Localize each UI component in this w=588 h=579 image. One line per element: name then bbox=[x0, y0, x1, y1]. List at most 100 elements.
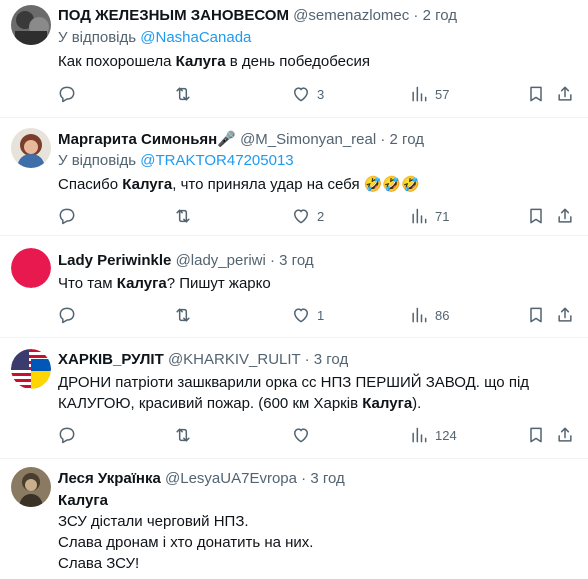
avatar[interactable] bbox=[11, 248, 51, 288]
author-handle[interactable]: @KHARKIV_RULIT bbox=[168, 351, 301, 368]
text-segment: Спасибо bbox=[58, 176, 123, 193]
action-bar: 124 bbox=[0, 423, 588, 447]
author-handle[interactable]: @lady_periwi bbox=[176, 252, 266, 269]
text-segment: ДРОНИ патріоти зашкварили орка сс НПЗ ПЕ… bbox=[58, 374, 530, 391]
text-segment: Слава дронам і хто донатить на них. bbox=[58, 534, 314, 551]
bookmark-icon bbox=[530, 307, 542, 323]
tweet[interactable]: Леся Українка @LesyaUA7Evropa · 3 год Ка… bbox=[0, 459, 588, 579]
separator: · bbox=[380, 131, 386, 148]
like-button[interactable]: 3 bbox=[291, 82, 324, 106]
reply-icon bbox=[59, 86, 75, 103]
reply-to-link[interactable]: @NashaCanada bbox=[140, 29, 251, 46]
retweet-icon bbox=[176, 308, 190, 322]
share-button[interactable] bbox=[555, 423, 575, 447]
share-button[interactable] bbox=[555, 204, 575, 228]
timestamp[interactable]: 3 год bbox=[314, 351, 348, 368]
reply-button[interactable] bbox=[57, 204, 77, 228]
like-button[interactable]: 2 bbox=[291, 204, 324, 228]
share-button[interactable] bbox=[555, 82, 575, 106]
author-handle[interactable]: @M_Simonyan_real bbox=[240, 131, 376, 148]
views-button[interactable]: 86 bbox=[409, 303, 449, 327]
tweet-header: Маргарита Симоньян🎤 @M_Simonyan_real · 2… bbox=[58, 130, 424, 150]
avatar[interactable] bbox=[11, 128, 51, 168]
tweet-header: ХАРКІВ_РУЛІТ @KHARKIV_RULIT · 3 год bbox=[58, 350, 348, 370]
share-icon bbox=[558, 307, 572, 322]
reply-to-link[interactable]: @TRAKTOR47205013 bbox=[140, 152, 293, 169]
tweet[interactable]: Lady Periwinkle @lady_periwi · 3 год Что… bbox=[0, 236, 588, 338]
views-button[interactable]: 57 bbox=[409, 82, 449, 106]
text-segment: в день победобесия bbox=[225, 53, 370, 70]
like-count: 3 bbox=[317, 86, 325, 102]
text-segment: ? Пишут жарко bbox=[166, 275, 271, 292]
timestamp[interactable]: 3 год bbox=[310, 470, 344, 487]
tweet-text: Что там Калуга? Пишут жарко bbox=[58, 273, 271, 294]
retweet-icon bbox=[176, 428, 190, 442]
tweet-text-line: ЗСУ дістали черговий НПЗ. bbox=[58, 511, 313, 532]
like-count: 2 bbox=[317, 208, 325, 224]
retweet-button[interactable] bbox=[173, 423, 193, 447]
tweet-text-line: КАЛУГОЮ, красивий пожар. (600 км Харків … bbox=[58, 393, 529, 414]
retweet-button[interactable] bbox=[173, 303, 193, 327]
tweet-text-line: Слава дронам і хто донатить на них. bbox=[58, 532, 313, 553]
separator: · bbox=[304, 351, 310, 368]
text-segment: Как похорошела bbox=[58, 53, 176, 70]
like-button[interactable]: 1 bbox=[291, 303, 324, 327]
bookmark-button[interactable] bbox=[526, 204, 546, 228]
tweet-text-line: Калуга bbox=[58, 490, 313, 511]
heart-icon bbox=[294, 209, 308, 224]
author-name[interactable]: Леся Українка bbox=[58, 470, 161, 487]
like-button[interactable] bbox=[291, 423, 317, 447]
avatar[interactable] bbox=[11, 5, 51, 45]
bold-keyword: Калуга bbox=[175, 53, 226, 70]
views-button[interactable]: 124 bbox=[409, 423, 457, 447]
share-button[interactable] bbox=[555, 303, 575, 327]
tweet[interactable]: ХАРКІВ_РУЛІТ @KHARKIV_RULIT · 3 год ДРОН… bbox=[0, 338, 588, 459]
author-name[interactable]: ХАРКІВ_РУЛІТ bbox=[58, 351, 164, 368]
bold-keyword: Калуга bbox=[122, 176, 173, 193]
tweet-text-line: ДРОНИ патріоти зашкварили орка сс НПЗ ПЕ… bbox=[58, 372, 529, 393]
reply-button[interactable] bbox=[57, 82, 77, 106]
views-count: 86 bbox=[435, 307, 450, 323]
bookmark-button[interactable] bbox=[526, 423, 546, 447]
action-bar: 1 86 bbox=[0, 303, 588, 327]
separator: · bbox=[301, 470, 307, 487]
reply-icon bbox=[59, 307, 75, 324]
timestamp[interactable]: 2 год bbox=[390, 131, 424, 148]
separator: · bbox=[270, 252, 275, 269]
tweet-header: Леся Українка @LesyaUA7Evropa · 3 год bbox=[58, 469, 345, 489]
action-bar: 2 71 bbox=[0, 204, 588, 228]
timestamp[interactable]: 3 год bbox=[279, 252, 313, 269]
views-count: 71 bbox=[435, 208, 450, 224]
author-handle[interactable]: @semenazlomec bbox=[293, 7, 409, 24]
author-name[interactable]: ПОД ЖЕЛЕЗНЫМ ЗАНОВЕСОМ bbox=[58, 7, 289, 24]
reply-button[interactable] bbox=[57, 303, 77, 327]
avatar[interactable] bbox=[11, 349, 51, 389]
share-icon bbox=[558, 86, 572, 101]
bold-keyword: Калуга bbox=[362, 395, 413, 412]
author-name[interactable]: Lady Periwinkle bbox=[58, 252, 171, 269]
avatar[interactable] bbox=[11, 467, 51, 507]
bookmark-button[interactable] bbox=[526, 303, 546, 327]
retweet-icon bbox=[176, 87, 190, 101]
reply-button[interactable] bbox=[57, 423, 77, 447]
share-icon bbox=[558, 427, 572, 442]
reply-prefix: У відповідь bbox=[58, 29, 137, 46]
retweet-button[interactable] bbox=[173, 204, 193, 228]
tweet-text: Спасибо Калуга, что приняла удар на себя… bbox=[58, 174, 420, 195]
bookmark-icon bbox=[530, 208, 542, 224]
tweet[interactable]: ПОД ЖЕЛЕЗНЫМ ЗАНОВЕСОМ @semenazlomec · 2… bbox=[0, 0, 588, 118]
author-handle[interactable]: @LesyaUA7Evropa bbox=[165, 470, 297, 487]
bold-keyword: Калуга bbox=[58, 492, 108, 509]
timestamp[interactable]: 2 год bbox=[423, 7, 457, 24]
views-icon bbox=[412, 307, 427, 323]
separator: · bbox=[413, 7, 419, 24]
author-name[interactable]: Маргарита Симоньян🎤 bbox=[58, 131, 236, 148]
tweet-text-line: Что там Калуга? Пишут жарко bbox=[58, 273, 271, 294]
bookmark-button[interactable] bbox=[526, 82, 546, 106]
tweet-text-line: Как похорошела Калуга в день победобесия bbox=[58, 51, 370, 72]
tweet[interactable]: Маргарита Симоньян🎤 @M_Simonyan_real · 2… bbox=[0, 118, 588, 236]
views-button[interactable]: 71 bbox=[409, 204, 449, 228]
reply-icon bbox=[59, 208, 75, 225]
retweet-button[interactable] bbox=[173, 82, 193, 106]
tweet-text: ДРОНИ патріоти зашкварили орка сс НПЗ ПЕ… bbox=[58, 372, 529, 414]
